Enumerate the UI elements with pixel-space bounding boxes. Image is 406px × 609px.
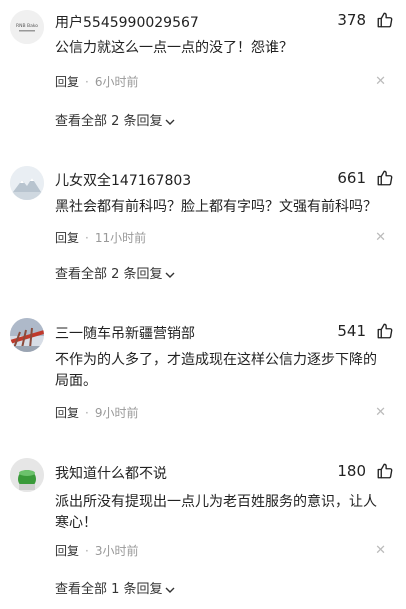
comment-username[interactable]: 用户5545990029567: [55, 12, 199, 32]
comment-meta: 回复 · 6小时前: [55, 73, 138, 90]
reply-button[interactable]: 回复: [55, 544, 79, 558]
comment-meta: 回复 · 3小时前: [55, 542, 138, 559]
view-all-label: 查看全部 2 条回复: [55, 114, 163, 129]
comment-username[interactable]: 儿女双全147167803: [55, 170, 191, 190]
close-icon[interactable]: ✕: [375, 405, 386, 420]
comment-time: 3小时前: [94, 544, 139, 558]
avatar-logo-text: RNB Bako: [16, 23, 38, 29]
like-count: 541: [337, 322, 366, 340]
avatar[interactable]: RNB Bako: [10, 10, 44, 44]
like-count: 180: [337, 462, 366, 480]
comment-text: 公信力就这么一点一点的没了！怨谁？: [55, 40, 293, 56]
avatar[interactable]: [10, 166, 44, 200]
view-all-replies-button[interactable]: 查看全部 1 条回复: [55, 578, 176, 597]
chevron-down-icon: [165, 587, 175, 593]
comment-time: 6小时前: [94, 75, 139, 89]
thumbs-up-icon[interactable]: [376, 462, 394, 480]
view-all-replies-button[interactable]: 查看全部 2 条回复: [55, 110, 176, 129]
view-all-label: 查看全部 2 条回复: [55, 267, 163, 282]
comment-meta: 回复 · 11小时前: [55, 229, 146, 246]
chevron-down-icon: [165, 272, 175, 278]
view-all-replies-button[interactable]: 查看全部 2 条回复: [55, 263, 176, 282]
thumbs-up-icon[interactable]: [376, 322, 394, 340]
comment-time: 9小时前: [94, 406, 139, 420]
reply-button[interactable]: 回复: [55, 231, 79, 245]
comment-time: 11小时前: [94, 231, 147, 245]
separator-dot: ·: [85, 231, 89, 245]
comment-meta: 回复 · 9小时前: [55, 404, 138, 421]
like-count: 378: [337, 11, 366, 29]
comment-text: 派出所没有提现出一点儿为老百姓服务的意识，让人寒心！: [55, 494, 377, 531]
avatar[interactable]: [10, 458, 44, 492]
close-icon[interactable]: ✕: [375, 543, 386, 558]
separator-dot: ·: [85, 406, 89, 420]
avatar[interactable]: [10, 318, 44, 352]
comment-text: 不作为的人多了，才造成现在这样公信力逐步下降的局面。: [55, 352, 377, 389]
comment-username[interactable]: 我知道什么都不说: [55, 463, 167, 483]
thumbs-up-icon[interactable]: [376, 169, 394, 187]
thumbs-up-icon[interactable]: [376, 11, 394, 29]
separator-dot: ·: [85, 544, 89, 558]
reply-button[interactable]: 回复: [55, 75, 79, 89]
close-icon[interactable]: ✕: [375, 74, 386, 89]
comment-text: 黑社会都有前科吗？脸上都有字吗？文强有前科吗？: [55, 199, 377, 215]
reply-button[interactable]: 回复: [55, 406, 79, 420]
chevron-down-icon: [165, 119, 175, 125]
comment-username[interactable]: 三一随车吊新疆营销部: [55, 323, 195, 343]
view-all-label: 查看全部 1 条回复: [55, 582, 163, 597]
close-icon[interactable]: ✕: [375, 230, 386, 245]
like-count: 661: [337, 169, 366, 187]
separator-dot: ·: [85, 75, 89, 89]
